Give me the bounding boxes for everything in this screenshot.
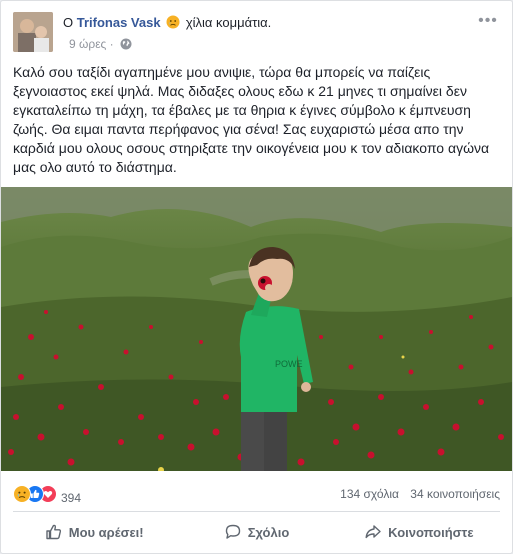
author-prefix: Ο [63, 15, 74, 30]
post-photo[interactable]: POWE [1, 187, 512, 471]
post-text: Καλό σου ταξίδι αγαπημένε μου ανιψιε, τώ… [13, 64, 490, 175]
comment-button[interactable]: Σχόλιο [175, 513, 337, 551]
post-actions: Μου αρέσει! Σχόλιο Κοινοποιήστε [13, 513, 500, 551]
more-options-button[interactable]: ••• [476, 13, 500, 30]
shares-count-link[interactable]: 34 κοινοποιήσεις [410, 487, 500, 501]
shirt-text: POWE [275, 359, 303, 369]
post-header: Ο Trifonas Vask χίλια κομμάτια. 9 ώρες · [13, 12, 500, 54]
post-stats: 394 134 σχόλια 34 κοινοποιήσεις [13, 481, 500, 505]
actions-divider [13, 511, 500, 512]
share-button[interactable]: Κοινοποιήστε [338, 513, 500, 551]
comment-label: Σχόλιο [247, 524, 290, 540]
comment-bubble-icon [225, 524, 240, 539]
globe-icon[interactable] [120, 38, 132, 53]
post-card: Ο Trifonas Vask χίλια κομμάτια. 9 ώρες · [0, 0, 513, 554]
photo-scene: POWE [1, 187, 512, 471]
share-label: Κοινοποιήστε [388, 524, 474, 540]
author-name-link[interactable]: Trifonas Vask [77, 15, 161, 30]
like-label: Μου αρέσει! [68, 524, 144, 540]
avatar[interactable] [13, 12, 53, 52]
comments-count-link[interactable]: 134 σχόλια [340, 487, 399, 501]
sad-face-icon [166, 15, 180, 29]
thumbs-up-icon [46, 524, 61, 540]
author-line: Ο Trifonas Vask χίλια κομμάτια. [63, 15, 271, 30]
engagement-stats: 134 σχόλια 34 κοινοποιήσεις [332, 487, 500, 501]
post-meta: 9 ώρες · [69, 37, 132, 53]
share-arrow-icon [365, 525, 381, 539]
feeling-text: χίλια κομμάτια. [185, 15, 272, 30]
like-button[interactable]: Μου αρέσει! [13, 513, 175, 551]
post-time-link[interactable]: 9 ώρες [69, 37, 106, 51]
reaction-count[interactable]: 394 [61, 491, 81, 505]
sad-reaction-icon [13, 485, 31, 503]
